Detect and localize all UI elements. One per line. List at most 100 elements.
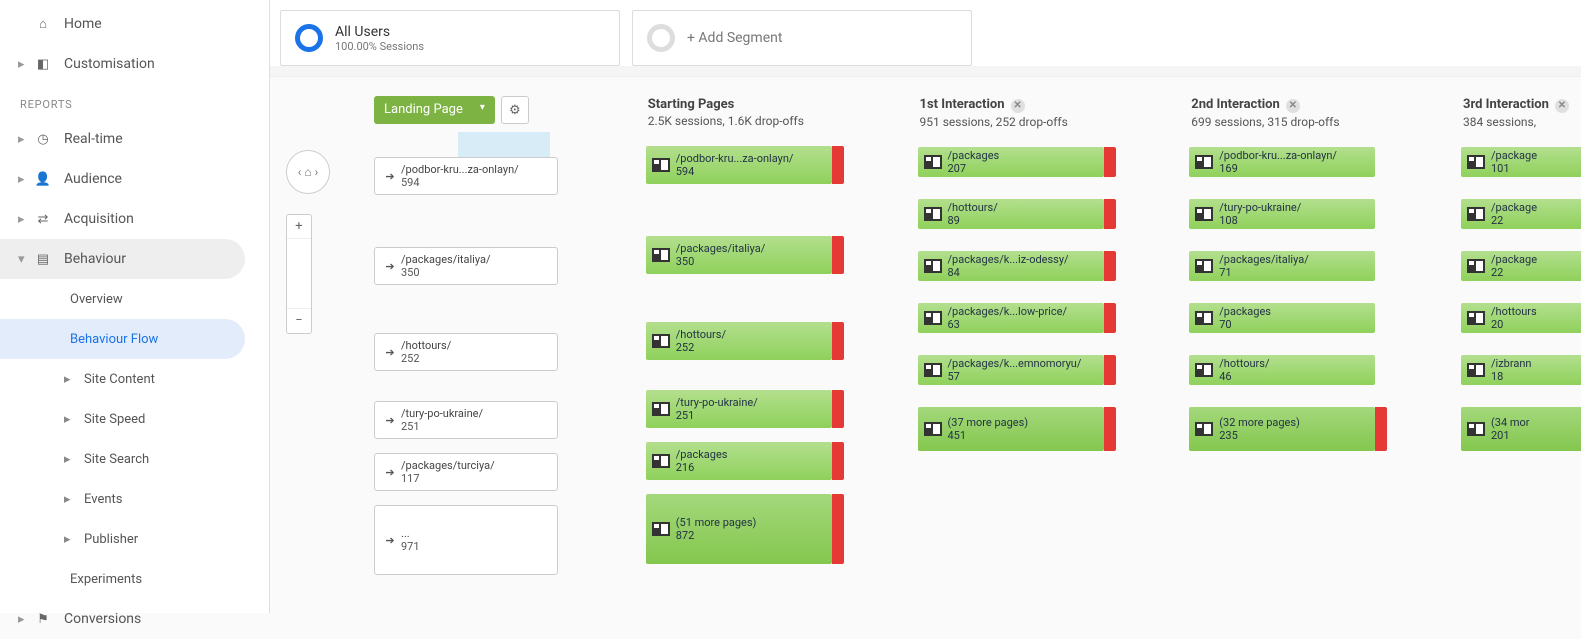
zoom-control: + − bbox=[286, 214, 312, 334]
flow-step-node[interactable]: /hottours/46 bbox=[1189, 355, 1375, 385]
flow-step-node[interactable]: /packages/k...emnomoryu/57 bbox=[918, 355, 1104, 385]
flow-source-node[interactable]: ➔/tury-po-ukraine/251 bbox=[374, 401, 558, 439]
zoom-slider[interactable] bbox=[287, 239, 311, 309]
subnav-site-speed[interactable]: ▸Site Speed bbox=[0, 399, 269, 439]
page-icon bbox=[924, 363, 942, 377]
flow-source-node[interactable]: ➔/packages/turciya/117 bbox=[374, 453, 558, 491]
nav-label: Events bbox=[84, 492, 122, 507]
arrow-icon: ➔ bbox=[379, 414, 401, 427]
close-step-button[interactable]: ✕ bbox=[1555, 99, 1569, 113]
node-label: /podbor-kru...za-onlayn/ bbox=[676, 152, 794, 165]
flow-step-node[interactable]: /podbor-kru...za-onlayn/169 bbox=[1189, 147, 1375, 177]
clock-icon: ◷ bbox=[30, 132, 56, 147]
flow-step-node[interactable]: /packages/italiya/71 bbox=[1189, 251, 1375, 281]
close-step-button[interactable]: ✕ bbox=[1011, 99, 1025, 113]
flow-column-int3: 3rd Interaction✕384 sessions,/package101… bbox=[1461, 97, 1581, 585]
node-label: ... bbox=[401, 527, 420, 540]
flow-step-node[interactable]: /tury-po-ukraine/251 bbox=[646, 390, 832, 428]
flow-step-node[interactable]: /packages70 bbox=[1189, 303, 1375, 333]
flow-step-node[interactable]: /package22 bbox=[1461, 199, 1581, 229]
node-count: 235 bbox=[1219, 429, 1300, 442]
flow-step-node[interactable]: /hottours/89 bbox=[918, 199, 1104, 229]
nav-customisation[interactable]: ▸◧ Customisation bbox=[0, 44, 269, 84]
nav-realtime[interactable]: ▸◷ Real-time bbox=[0, 119, 269, 159]
subnav-site-search[interactable]: ▸Site Search bbox=[0, 439, 269, 479]
flow-step-node[interactable]: /package101 bbox=[1461, 147, 1581, 177]
nav-acquisition[interactable]: ▸⇄ Acquisition bbox=[0, 199, 269, 239]
nav-label: Site Content bbox=[84, 372, 155, 387]
column-title: 2nd Interaction✕ bbox=[1191, 97, 1461, 113]
segment-title: All Users bbox=[335, 24, 424, 40]
dimension-selector[interactable]: Landing Page bbox=[374, 96, 495, 124]
page-icon bbox=[652, 334, 670, 348]
flow-source-node[interactable]: ➔...971 bbox=[374, 505, 558, 575]
flow-step-node[interactable]: /packages/italiya/350 bbox=[646, 236, 832, 274]
flow-step-node[interactable]: (51 more pages)872 bbox=[646, 494, 832, 564]
node-label: /packages/k...emnomoryu/ bbox=[948, 357, 1082, 370]
flow-step-node[interactable]: (32 more pages)235 bbox=[1189, 407, 1375, 451]
flow-step-node[interactable]: /hottours/252 bbox=[646, 322, 832, 360]
flow-step-node[interactable]: /packages/k...low-price/63 bbox=[918, 303, 1104, 333]
add-segment-button[interactable]: + Add Segment bbox=[632, 10, 972, 66]
node-count: 201 bbox=[1491, 429, 1530, 442]
node-count: 70 bbox=[1219, 318, 1271, 331]
node-count: 350 bbox=[676, 255, 766, 268]
flow-step-node[interactable]: /packages/k...iz-odessy/84 bbox=[918, 251, 1104, 281]
node-label: /packages/italiya/ bbox=[401, 253, 491, 266]
flow-source-node[interactable]: ➔/podbor-kru...za-onlayn/594 bbox=[374, 157, 558, 195]
flow-home-button[interactable]: ‹ ⌂ › bbox=[286, 150, 330, 194]
node-count: 89 bbox=[948, 214, 998, 227]
flow-column-int1: 1st Interaction✕951 sessions, 252 drop-o… bbox=[918, 97, 1190, 585]
flow-step-node[interactable]: /podbor-kru...za-onlayn/594 bbox=[646, 146, 832, 184]
flow-step-node[interactable]: /izbrann18 bbox=[1461, 355, 1581, 385]
column-header: 3rd Interaction✕384 sessions, bbox=[1461, 97, 1581, 129]
node-count: 971 bbox=[401, 540, 420, 553]
page-icon bbox=[1467, 363, 1485, 377]
flow-pane[interactable]: ➔/podbor-kru...za-onlayn/594➔/packages/i… bbox=[270, 76, 1581, 613]
subnav-experiments[interactable]: Experiments bbox=[0, 559, 269, 599]
node-count: 251 bbox=[401, 420, 483, 433]
node-count: 63 bbox=[948, 318, 1067, 331]
caret-icon: ▸ bbox=[18, 172, 30, 187]
column-header: Starting Pages2.5K sessions, 1.6K drop-o… bbox=[646, 97, 918, 128]
dropoff-indicator bbox=[832, 322, 844, 360]
nav-home[interactable]: ⌂ Home bbox=[0, 4, 269, 44]
nav-conversions[interactable]: ▸⚑ Conversions bbox=[0, 599, 269, 639]
subnav-site-content[interactable]: ▸Site Content bbox=[0, 359, 269, 399]
settings-button[interactable]: ⚙ bbox=[501, 96, 529, 124]
flow-step-node[interactable]: (34 mor201 bbox=[1461, 407, 1581, 451]
nav-audience[interactable]: ▸👤 Audience bbox=[0, 159, 269, 199]
segment-all-users[interactable]: All Users 100.00% Sessions bbox=[280, 10, 620, 66]
caret-icon: ▸ bbox=[18, 212, 30, 227]
close-step-button[interactable]: ✕ bbox=[1286, 99, 1300, 113]
nav-label: Site Search bbox=[84, 452, 149, 467]
zoom-in-button[interactable]: + bbox=[287, 215, 311, 239]
nav-label: Home bbox=[64, 16, 102, 32]
flow-step-node[interactable]: (37 more pages)451 bbox=[918, 407, 1104, 451]
page-icon bbox=[924, 207, 942, 221]
node-label: /packages bbox=[948, 149, 1000, 162]
flow-step-node[interactable]: /package22 bbox=[1461, 251, 1581, 281]
subnav-events[interactable]: ▸Events bbox=[0, 479, 269, 519]
node-count: 251 bbox=[676, 409, 758, 422]
node-count: 872 bbox=[676, 529, 757, 542]
nav-behaviour[interactable]: ▾▤ Behaviour bbox=[0, 239, 245, 279]
page-icon bbox=[652, 158, 670, 172]
nav-label: Customisation bbox=[64, 56, 155, 72]
zoom-out-button[interactable]: − bbox=[287, 309, 311, 333]
subnav-overview[interactable]: Overview bbox=[0, 279, 269, 319]
page-icon bbox=[652, 454, 670, 468]
column-subtitle: 384 sessions, bbox=[1463, 115, 1581, 129]
nav-label: Acquisition bbox=[64, 211, 134, 227]
flow-step-node[interactable]: /packages207 bbox=[918, 147, 1104, 177]
page-icon bbox=[1467, 207, 1485, 221]
subnav-publisher[interactable]: ▸Publisher bbox=[0, 519, 269, 559]
subnav-behaviour-flow[interactable]: Behaviour Flow bbox=[0, 319, 245, 359]
flow-step-node[interactable]: /packages216 bbox=[646, 442, 832, 480]
nav-label: Audience bbox=[64, 171, 122, 187]
flow-step-node[interactable]: /tury-po-ukraine/108 bbox=[1189, 199, 1375, 229]
segment-empty-icon bbox=[647, 24, 675, 52]
flow-source-node[interactable]: ➔/hottours/252 bbox=[374, 333, 558, 371]
flow-step-node[interactable]: /hottours20 bbox=[1461, 303, 1581, 333]
flow-source-node[interactable]: ➔/packages/italiya/350 bbox=[374, 247, 558, 285]
